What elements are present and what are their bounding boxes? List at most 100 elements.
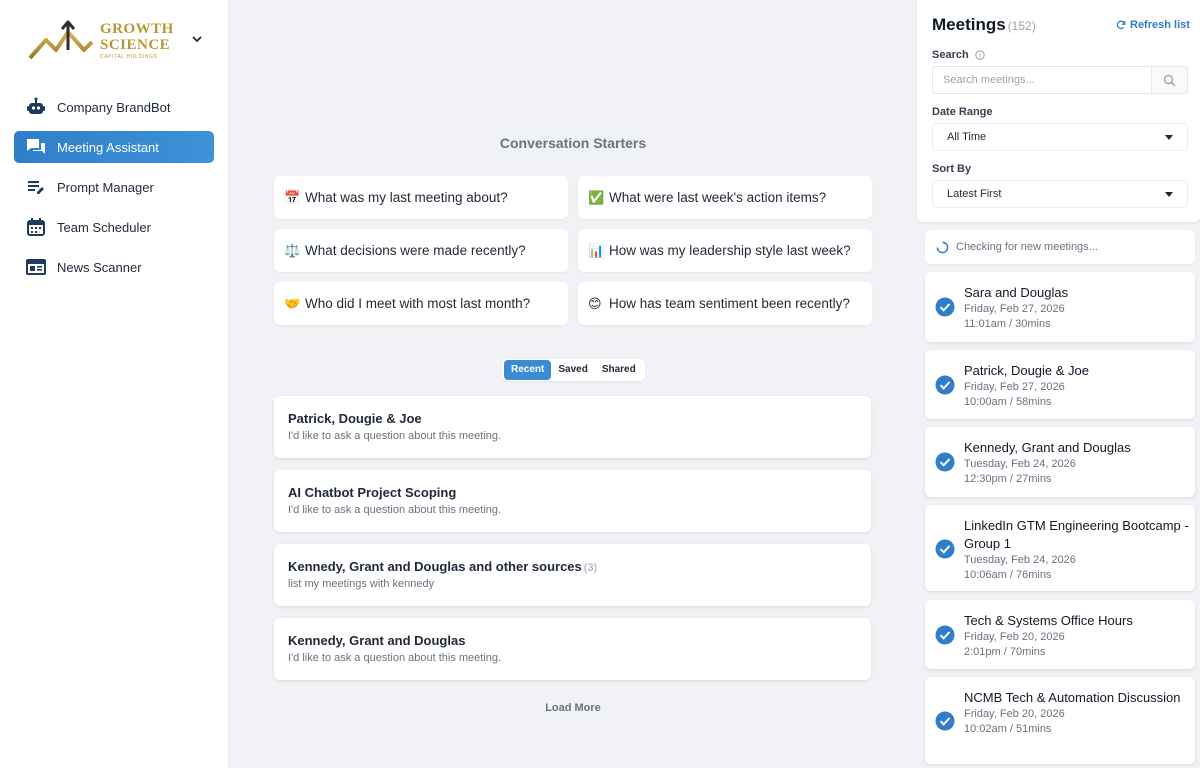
- calendar-icon: [26, 217, 46, 237]
- tab-recent[interactable]: Recent: [504, 360, 552, 380]
- starter-last-meeting[interactable]: 📅 What was my last meeting about?: [274, 176, 568, 219]
- source-count: (3): [583, 562, 598, 574]
- check-circle-icon: [935, 297, 955, 317]
- sidebar-item-team-scheduler[interactable]: Team Scheduler: [14, 211, 214, 243]
- sidebar-item-label: News Scanner: [57, 259, 142, 275]
- date-range-label: Date Range: [932, 106, 993, 118]
- tab-shared[interactable]: Shared: [595, 360, 643, 380]
- starter-text: How was my leadership style last week?: [609, 243, 851, 258]
- tab-saved[interactable]: Saved: [551, 360, 594, 380]
- edit-list-icon: [26, 177, 46, 197]
- meeting-card[interactable]: LinkedIn GTM Engineering Bootcamp - Grou…: [925, 505, 1195, 591]
- brand-line2: SCIENCE: [100, 37, 171, 53]
- checking-status: Checking for new meetings...: [925, 230, 1195, 264]
- meeting-name: Kennedy, Grant and Douglas: [964, 440, 1131, 455]
- meeting-date: Tuesday, Feb 24, 2026: [964, 458, 1076, 470]
- search-label: Search: [932, 49, 985, 61]
- check-circle-icon: [935, 452, 955, 472]
- sidebar-item-prompt-manager[interactable]: Prompt Manager: [14, 171, 214, 203]
- starter-most-met[interactable]: 🤝 Who did I meet with most last month?: [274, 282, 568, 325]
- starter-text: What decisions were made recently?: [305, 243, 526, 258]
- meeting-card[interactable]: Tech & Systems Office Hours Friday, Feb …: [925, 600, 1195, 669]
- search-icon: [1163, 74, 1176, 86]
- meeting-time: 10:06am / 76mins: [964, 569, 1052, 581]
- meeting-time: 2:01pm / 70mins: [964, 646, 1046, 658]
- check-circle-icon: [935, 711, 955, 731]
- meeting-name: NCMB Tech & Automation Discussion: [964, 690, 1181, 705]
- load-more-button[interactable]: Load More: [229, 702, 917, 714]
- meeting-name: Sara and Douglas: [964, 285, 1069, 300]
- bar-chart-emoji-icon: 📊: [588, 242, 605, 258]
- refresh-list-button[interactable]: Refresh list: [1116, 19, 1190, 31]
- check-mark-emoji-icon: ✅: [588, 189, 605, 205]
- brand-line1: GROWTH: [100, 21, 174, 37]
- meetings-filters: Meetings(152) Refresh list Search Date R…: [917, 0, 1200, 222]
- starter-text: What was my last meeting about?: [305, 190, 508, 205]
- sort-by-label: Sort By: [932, 163, 972, 175]
- growth-logo-icon: [28, 20, 94, 60]
- check-circle-icon: [935, 625, 955, 645]
- search-input[interactable]: [933, 67, 1151, 93]
- search-box: [932, 66, 1188, 94]
- starter-decisions[interactable]: ⚖️ What decisions were made recently?: [274, 229, 568, 272]
- refresh-icon: [1116, 20, 1126, 30]
- starter-action-items[interactable]: ✅ What were last week's action items?: [578, 176, 872, 219]
- conversation-title: Kennedy, Grant and Douglas and other sou…: [288, 559, 598, 574]
- conversation-item[interactable]: Kennedy, Grant and Douglas and other sou…: [274, 544, 871, 606]
- conversation-item[interactable]: Kennedy, Grant and Douglas I'd like to a…: [274, 618, 871, 680]
- sidebar-item-company-brandbot[interactable]: Company BrandBot: [14, 91, 214, 123]
- meeting-date: Friday, Feb 20, 2026: [964, 708, 1065, 720]
- conversation-subtitle: I'd like to ask a question about this me…: [288, 504, 502, 516]
- meetings-panel: Meetings(152) Refresh list Search Date R…: [917, 0, 1200, 768]
- check-circle-icon: [935, 375, 955, 395]
- caret-down-icon: [1165, 191, 1173, 197]
- brand-line3: CAPITAL HOLDINGS: [100, 54, 158, 60]
- meeting-card[interactable]: Kennedy, Grant and Douglas Tuesday, Feb …: [925, 427, 1195, 497]
- handshake-emoji-icon: 🤝: [284, 295, 301, 311]
- search-button[interactable]: [1151, 67, 1187, 93]
- starters-title: Conversation Starters: [499, 135, 647, 151]
- conversation-item[interactable]: AI Chatbot Project Scoping I'd like to a…: [274, 470, 871, 532]
- meeting-time: 12:30pm / 27mins: [964, 473, 1052, 485]
- conversation-tabs: Recent Saved Shared: [502, 359, 645, 381]
- meeting-card[interactable]: NCMB Tech & Automation Discussion Friday…: [925, 677, 1195, 764]
- meeting-name: Patrick, Dougie & Joe: [964, 363, 1090, 378]
- conversation-item[interactable]: Patrick, Dougie & Joe I'd like to ask a …: [274, 396, 871, 458]
- robot-icon: [26, 97, 46, 117]
- meeting-card[interactable]: Sara and Douglas Friday, Feb 27, 2026 11…: [925, 272, 1195, 342]
- starter-sentiment[interactable]: 😊 How has team sentiment been recently?: [578, 282, 872, 325]
- meeting-time: 10:02am / 51mins: [964, 723, 1052, 735]
- info-icon[interactable]: [975, 50, 985, 60]
- caret-down-icon: [1165, 134, 1173, 140]
- chevron-down-icon[interactable]: [190, 32, 204, 46]
- meeting-date: Tuesday, Feb 24, 2026: [964, 554, 1076, 566]
- conversation-title: Kennedy, Grant and Douglas: [288, 633, 466, 648]
- starter-leadership[interactable]: 📊 How was my leadership style last week?: [578, 229, 872, 272]
- starter-text: Who did I meet with most last month?: [305, 296, 531, 311]
- date-range-select[interactable]: All Time: [932, 123, 1188, 151]
- meeting-date: Friday, Feb 27, 2026: [964, 303, 1065, 315]
- sidebar-item-news-scanner[interactable]: News Scanner: [14, 251, 214, 283]
- meeting-date: Friday, Feb 20, 2026: [964, 631, 1065, 643]
- sort-by-select[interactable]: Latest First: [932, 180, 1188, 208]
- meeting-time: 10:00am / 58mins: [964, 396, 1052, 408]
- sidebar-item-label: Prompt Manager: [57, 179, 154, 195]
- scales-emoji-icon: ⚖️: [284, 242, 301, 258]
- meeting-card[interactable]: Patrick, Dougie & Joe Friday, Feb 27, 20…: [925, 350, 1195, 419]
- sidebar-nav: Company BrandBot Meeting Assistant Promp…: [14, 91, 214, 291]
- sidebar-item-label: Meeting Assistant: [57, 139, 159, 155]
- check-circle-icon: [935, 539, 955, 559]
- meeting-name: LinkedIn GTM Engineering Bootcamp - Grou…: [964, 518, 1189, 551]
- conversation-title: Patrick, Dougie & Joe: [288, 411, 422, 426]
- starter-text: What were last week's action items?: [609, 190, 827, 205]
- meeting-time: 11:01am / 30mins: [964, 318, 1051, 330]
- conversation-subtitle: list my meetings with kennedy: [288, 578, 435, 590]
- starter-text: How has team sentiment been recently?: [609, 296, 850, 311]
- meeting-name: Tech & Systems Office Hours: [964, 613, 1133, 628]
- sidebar-item-meeting-assistant[interactable]: Meeting Assistant: [14, 131, 214, 163]
- conversation-title: AI Chatbot Project Scoping: [288, 485, 457, 500]
- smile-emoji-icon: 😊: [588, 295, 602, 311]
- brand-logo[interactable]: GROWTH SCIENCE CAPITAL HOLDINGS: [28, 18, 218, 64]
- meeting-date: Friday, Feb 27, 2026: [964, 381, 1065, 393]
- sidebar-item-label: Company BrandBot: [57, 99, 171, 115]
